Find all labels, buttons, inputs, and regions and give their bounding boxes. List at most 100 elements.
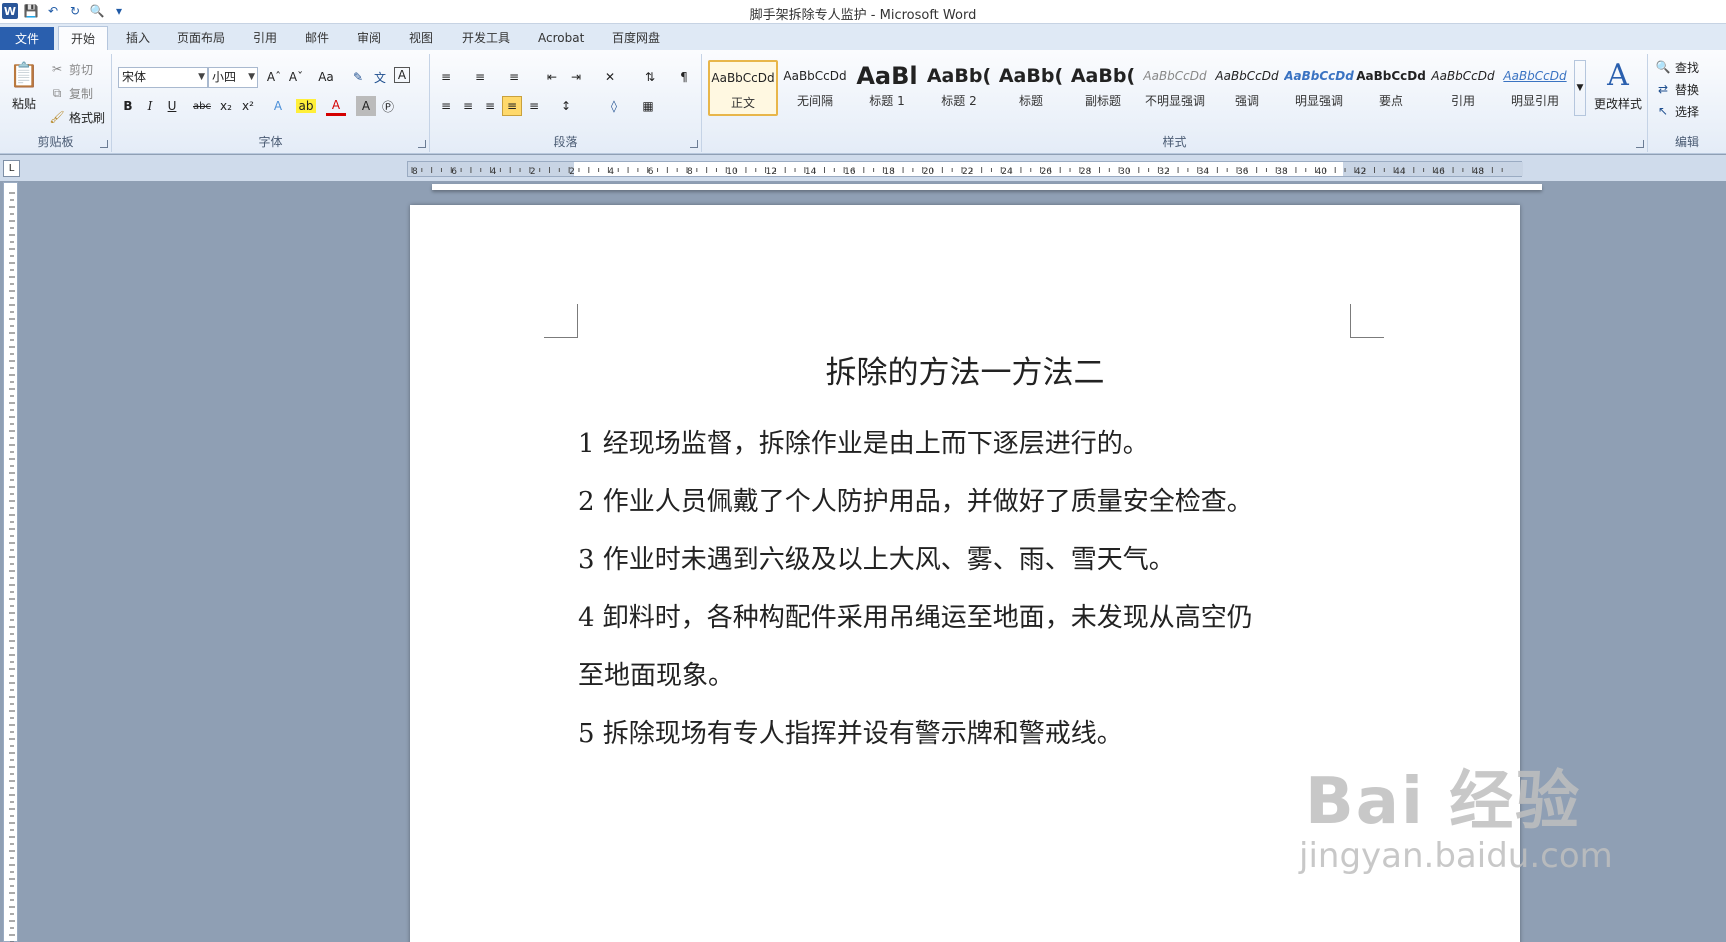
subscript-icon[interactable]: x₂ xyxy=(216,96,236,116)
text-effects-icon[interactable]: A xyxy=(268,96,288,116)
tab-file[interactable]: 文件 xyxy=(0,27,54,50)
italic-icon[interactable]: I xyxy=(140,96,160,116)
crop-mark-top-left xyxy=(544,304,578,338)
paragraph-launcher-icon[interactable] xyxy=(690,140,698,148)
style-quote[interactable]: AaBbCcDd 引用 xyxy=(1428,60,1498,116)
style-intense-emphasis[interactable]: AaBbCcDd 明显强调 xyxy=(1284,60,1354,116)
ruler-number: 24 xyxy=(1001,167,1013,177)
style-title[interactable]: AaBb( 标题 xyxy=(996,60,1066,116)
style-sample: AaBbCcDd xyxy=(1356,69,1426,83)
strikethrough-icon[interactable]: abc xyxy=(192,96,212,116)
highlight-icon[interactable]: ab xyxy=(296,99,316,113)
paste-label: 粘贴 xyxy=(11,97,36,111)
tab-view[interactable]: 视图 xyxy=(397,26,445,50)
justify-icon[interactable]: ≡ xyxy=(502,96,522,116)
clear-format-icon[interactable]: ✎ xyxy=(348,67,368,87)
sort-icon[interactable]: ⇅ xyxy=(640,67,660,87)
font-size-combo[interactable]: 小四 ▼ xyxy=(208,67,258,88)
borders-icon[interactable]: ▦ xyxy=(638,96,658,116)
style-heading-1[interactable]: AaBl 标题 1 xyxy=(852,60,922,116)
chinese-layout-icon[interactable]: ✕ xyxy=(600,67,620,87)
select-button[interactable]: ↖ 选择 xyxy=(1654,102,1699,120)
style-intense-quote[interactable]: AaBbCcDd 明显引用 xyxy=(1500,60,1570,116)
ruler-number: 48 xyxy=(1473,167,1485,177)
tab-home[interactable]: 开始 xyxy=(58,26,109,50)
style-emphasis[interactable]: AaBbCcDd 强调 xyxy=(1212,60,1282,116)
bullets-icon[interactable]: ≡ xyxy=(436,67,456,87)
style-sample: AaBbCcDd xyxy=(783,69,847,83)
tab-references[interactable]: 引用 xyxy=(241,26,289,50)
styles-group-label: 样式 xyxy=(1162,135,1187,149)
ruler-number: 42 xyxy=(1355,167,1366,177)
underline-icon[interactable]: U xyxy=(162,96,182,116)
paragraph-5[interactable]: 5 拆除现场有专人指挥并设有警示牌和警戒线。 xyxy=(578,705,1368,763)
tab-selector-icon[interactable]: L xyxy=(3,160,20,177)
replace-button[interactable]: ⇄ 替换 xyxy=(1654,80,1699,98)
style-subtitle[interactable]: AaBb( 副标题 xyxy=(1068,60,1138,116)
style-subtle-emphasis[interactable]: AaBbCcDd 不明显强调 xyxy=(1140,60,1210,116)
paragraph-1[interactable]: 1 经现场监督，拆除作业是由上而下逐层进行的。 xyxy=(578,415,1368,473)
distribute-icon[interactable]: ≡ xyxy=(524,96,544,116)
paste-button[interactable]: 📋 粘贴 xyxy=(6,58,42,112)
ruler-number: 38 xyxy=(1276,167,1288,177)
font-name-combo[interactable]: 宋体 ▼ xyxy=(118,67,208,88)
cut-button[interactable]: ✂ 剪切 xyxy=(48,60,93,78)
shading-icon[interactable]: ◊ xyxy=(604,96,624,116)
find-button[interactable]: 🔍 查找 xyxy=(1654,58,1700,76)
styles-launcher-icon[interactable] xyxy=(1636,140,1644,148)
superscript-icon[interactable]: x² xyxy=(238,96,258,116)
styles-scroll-icon[interactable]: ▼ xyxy=(1574,60,1586,116)
paragraph-2[interactable]: 2 作业人员佩戴了个人防护用品，并做好了质量安全检查。 xyxy=(578,473,1368,531)
style-sample: AaBbCcDd xyxy=(1284,69,1354,83)
paragraph-4[interactable]: 4 卸料时，各种构配件采用吊绳运至地面，未发现从高空仍 xyxy=(578,589,1368,647)
style-heading-2[interactable]: AaBb( 标题 2 xyxy=(924,60,994,116)
vertical-ruler[interactable] xyxy=(3,182,18,942)
ruler-number: 8 xyxy=(687,167,693,177)
char-shading-icon[interactable]: A xyxy=(356,96,376,116)
style-strong[interactable]: AaBbCcDd 要点 xyxy=(1356,60,1426,116)
increase-indent-icon[interactable]: ⇥ xyxy=(566,67,586,87)
document-title[interactable]: 拆除的方法一方法二 xyxy=(410,347,1520,392)
style-sample: AaBl xyxy=(856,62,918,90)
decrease-indent-icon[interactable]: ⇤ xyxy=(542,67,562,87)
show-marks-icon[interactable]: ¶ xyxy=(674,67,694,87)
ruler-number: 32 xyxy=(1158,167,1169,177)
style-sample: AaBbCcDd xyxy=(1143,69,1207,83)
line-spacing-icon[interactable]: ↕ xyxy=(556,96,576,116)
copy-button[interactable]: ⧉ 复制 xyxy=(48,84,93,102)
change-styles-button[interactable]: A 更改样式 xyxy=(1590,58,1646,112)
paragraph-4-continued[interactable]: 至地面现象。 xyxy=(578,647,1368,705)
format-painter-button[interactable]: 🖌 格式刷 xyxy=(48,108,105,126)
style-sample: AaBbCcDd xyxy=(1215,69,1279,83)
style-normal[interactable]: AaBbCcDd 正文 xyxy=(708,60,778,116)
tab-developer[interactable]: 开发工具 xyxy=(450,26,522,50)
cursor-arrow-icon: ↖ xyxy=(1657,104,1669,118)
bold-icon[interactable]: B xyxy=(118,96,138,116)
enclose-char-icon[interactable]: Ⓟ xyxy=(378,96,398,116)
tab-insert[interactable]: 插入 xyxy=(114,26,162,50)
style-no-spacing[interactable]: AaBbCcDd 无间隔 xyxy=(780,60,850,116)
crop-mark-top-right xyxy=(1350,304,1384,338)
style-sample: AaBb( xyxy=(1070,65,1136,87)
align-right-icon[interactable]: ≡ xyxy=(480,96,500,116)
tab-page-layout[interactable]: 页面布局 xyxy=(165,26,237,50)
align-left-icon[interactable]: ≡ xyxy=(436,96,456,116)
align-center-icon[interactable]: ≡ xyxy=(458,96,478,116)
char-border-icon[interactable]: A xyxy=(394,67,410,83)
tab-mailings[interactable]: 邮件 xyxy=(293,26,341,50)
numbering-icon[interactable]: ≡ xyxy=(470,67,490,87)
grow-font-icon[interactable]: Aˆ xyxy=(264,67,284,87)
phonetic-guide-icon[interactable]: 文 xyxy=(370,67,390,87)
clipboard-launcher-icon[interactable] xyxy=(100,140,108,148)
horizontal-ruler[interactable]: 8 6 4 2 2 4 6 8 10 12 14 16 18 20 22 24 26 28 30 32 34 36 38 40… xyxy=(407,161,1523,177)
multilevel-list-icon[interactable]: ≡ xyxy=(504,67,524,87)
font-color-icon[interactable]: A xyxy=(326,96,346,116)
tab-acrobat[interactable]: Acrobat xyxy=(526,26,596,50)
change-case-icon[interactable]: Aa xyxy=(316,67,336,87)
tab-review[interactable]: 审阅 xyxy=(345,26,393,50)
shrink-font-icon[interactable]: Aˇ xyxy=(286,67,306,87)
tab-baidu-netdisk[interactable]: 百度网盘 xyxy=(600,26,672,50)
paragraph-3[interactable]: 3 作业时未遇到六级及以上大风、雾、雨、雪天气。 xyxy=(578,531,1368,589)
ruler-number: 14 xyxy=(805,167,817,177)
font-launcher-icon[interactable] xyxy=(418,140,426,148)
